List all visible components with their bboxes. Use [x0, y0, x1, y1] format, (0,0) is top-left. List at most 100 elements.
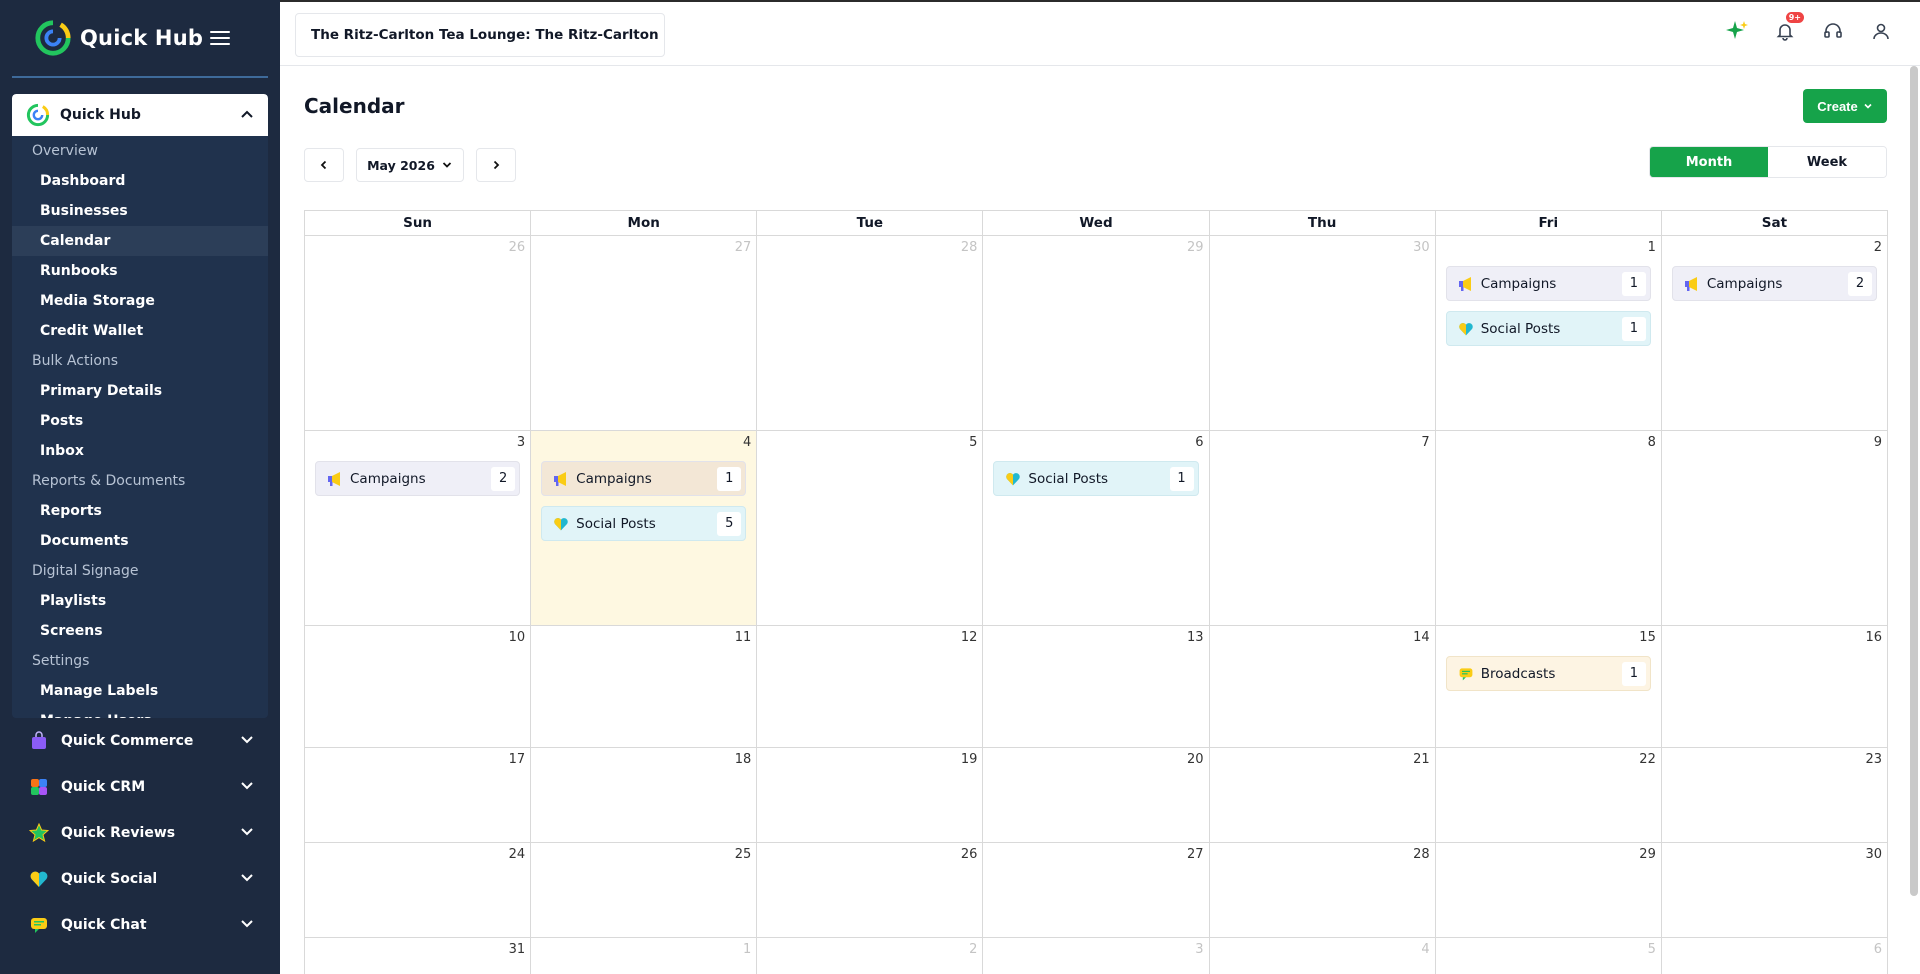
quick-hub-panel: Quick Hub Overview Dashboard Businesses Cal…: [12, 94, 268, 718]
calendar-day-cell[interactable]: 17: [305, 748, 532, 842]
sidebar-item-manage-labels[interactable]: Manage Labels: [12, 676, 268, 706]
user-profile-icon[interactable]: [1868, 18, 1894, 44]
calendar-day-cell[interactable]: 27: [531, 236, 758, 430]
support-headset-icon[interactable]: [1820, 18, 1846, 44]
notifications-bell-icon[interactable]: 9+: [1772, 12, 1804, 44]
sidebar-item-playlists[interactable]: Playlists: [12, 586, 268, 616]
sidebar-item-runbooks[interactable]: Runbooks: [12, 256, 268, 286]
sidebar-item-media-storage[interactable]: Media Storage: [12, 286, 268, 316]
sidebar-product-label: Quick Social: [61, 871, 158, 887]
calendar-day-cell[interactable]: 26: [305, 236, 532, 430]
calendar-day-cell-today[interactable]: 4 Campaigns 1 Social Posts 5: [531, 431, 758, 625]
event-label: Campaigns: [576, 470, 652, 487]
month-selector[interactable]: May 2026: [356, 148, 464, 182]
sidebar-item-primary-details[interactable]: Primary Details: [12, 376, 268, 406]
day-number: 1: [743, 942, 752, 957]
calendar-day-cell[interactable]: 1 Campaigns 1 Social Posts 1: [1436, 236, 1662, 430]
calendar-day-cell[interactable]: 10: [305, 626, 532, 747]
calendar-day-cell[interactable]: 30: [1210, 236, 1436, 430]
event-chip-social[interactable]: Social Posts 5: [541, 506, 747, 541]
calendar-day-cell[interactable]: 13: [983, 626, 1210, 747]
sidebar-item-posts[interactable]: Posts: [12, 406, 268, 436]
calendar-day-cell[interactable]: 1: [531, 938, 758, 974]
next-month-button[interactable]: [476, 148, 516, 182]
day-number: 30: [1413, 240, 1430, 255]
menu-toggle-icon[interactable]: [206, 27, 234, 49]
calendar-day-cell[interactable]: 15 Broadcasts 1: [1436, 626, 1662, 747]
event-count: 2: [1847, 271, 1872, 296]
event-chip-campaign[interactable]: Campaigns 2: [1671, 266, 1877, 301]
event-chip-campaign[interactable]: Campaigns 2: [315, 461, 521, 496]
sidebar-product-quick-social[interactable]: Quick Social: [0, 856, 280, 902]
calendar-day-cell[interactable]: 14: [1210, 626, 1436, 747]
week-view-button[interactable]: Week: [1768, 147, 1886, 177]
ai-sparkle-icon[interactable]: [1724, 18, 1750, 44]
quick-hub-header[interactable]: Quick Hub: [12, 94, 268, 136]
month-view-button[interactable]: Month: [1650, 147, 1768, 177]
calendar-day-cell[interactable]: 6: [1662, 938, 1888, 974]
calendar-day-cell[interactable]: 19: [757, 748, 984, 842]
calendar-day-cell[interactable]: 5: [1436, 938, 1662, 974]
create-button[interactable]: Create: [1803, 89, 1887, 123]
sidebar-item-businesses[interactable]: Businesses: [12, 196, 268, 226]
calendar-day-cell[interactable]: 12: [757, 626, 984, 747]
brand-name: Quick Hub: [80, 26, 204, 50]
event-chip-social[interactable]: Social Posts 1: [1445, 311, 1651, 346]
sidebar-item-calendar[interactable]: Calendar: [12, 226, 268, 256]
day-number: 28: [1413, 847, 1430, 862]
event-chip-social[interactable]: Social Posts 1: [993, 461, 1199, 496]
quick-hub-logo-icon: [35, 20, 71, 56]
calendar-day-cell[interactable]: 2: [757, 938, 984, 974]
calendar-day-cell[interactable]: 28: [1210, 843, 1436, 937]
calendar-day-cell[interactable]: 24: [305, 843, 532, 937]
calendar-day-cell[interactable]: 8: [1436, 431, 1662, 625]
sidebar-item-screens[interactable]: Screens: [12, 616, 268, 646]
calendar-day-cell[interactable]: 3: [983, 938, 1210, 974]
calendar-day-cell[interactable]: 25: [531, 843, 758, 937]
calendar-day-cell[interactable]: 23: [1662, 748, 1888, 842]
calendar-day-cell[interactable]: 27: [983, 843, 1210, 937]
calendar-day-cell[interactable]: 5: [757, 431, 984, 625]
sidebar-product-label: Quick Chat: [61, 917, 147, 933]
calendar-day-cell[interactable]: 3 Campaigns 2: [305, 431, 532, 625]
calendar-day-cell[interactable]: 20: [983, 748, 1210, 842]
calendar-day-cell[interactable]: 9: [1662, 431, 1888, 625]
event-chip-broadcast[interactable]: Broadcasts 1: [1445, 656, 1651, 691]
sidebar-product-quick-chat[interactable]: Quick Chat: [0, 902, 280, 948]
calendar-day-cell[interactable]: 21: [1210, 748, 1436, 842]
event-count: 5: [717, 511, 742, 536]
calendar-day-cell[interactable]: 26: [757, 843, 984, 937]
calendar-day-cell[interactable]: 6 Social Posts 1: [983, 431, 1210, 625]
calendar-day-cell[interactable]: 7: [1210, 431, 1436, 625]
calendar-day-cell[interactable]: 16: [1662, 626, 1888, 747]
sidebar-item-credit-wallet[interactable]: Credit Wallet: [12, 316, 268, 346]
calendar-day-cell[interactable]: 22: [1436, 748, 1662, 842]
sidebar-item-documents[interactable]: Documents: [12, 526, 268, 556]
sidebar-item-reports[interactable]: Reports: [12, 496, 268, 526]
event-chip-campaign[interactable]: Campaigns 1: [1445, 266, 1651, 301]
event-chip-campaign[interactable]: Campaigns 1: [541, 461, 747, 496]
day-events: Campaigns 1 Social Posts 5: [541, 461, 747, 541]
calendar-day-cell[interactable]: 31: [305, 938, 532, 974]
calendar-day-cell[interactable]: 30: [1662, 843, 1888, 937]
nav-group-bulk-actions: Bulk Actions: [32, 353, 119, 369]
calendar-day-cell[interactable]: 4: [1210, 938, 1436, 974]
sidebar-item-inbox[interactable]: Inbox: [12, 436, 268, 466]
sidebar-item-manage-users[interactable]: Manage Users: [12, 706, 268, 718]
social-heart-icon: [1457, 320, 1475, 338]
sidebar-item-dashboard[interactable]: Dashboard: [12, 166, 268, 196]
sidebar-product-quick-crm[interactable]: Quick CRM: [0, 764, 280, 810]
nav-group-reports-documents: Reports & Documents: [32, 473, 186, 489]
page-scrollbar[interactable]: [1910, 66, 1918, 896]
previous-month-button[interactable]: [304, 148, 344, 182]
calendar-day-cell[interactable]: 28: [757, 236, 984, 430]
business-selector[interactable]: The Ritz-Carlton Tea Lounge: The Ritz-Ca…: [295, 13, 665, 57]
sidebar-product-quick-reviews[interactable]: Quick Reviews: [0, 810, 280, 856]
calendar-day-cell[interactable]: 29: [1436, 843, 1662, 937]
calendar-day-cell[interactable]: 2 Campaigns 2: [1662, 236, 1888, 430]
sidebar-product-quick-commerce[interactable]: Quick Commerce: [0, 718, 280, 764]
calendar-day-cell[interactable]: 18: [531, 748, 758, 842]
weekday-header: Thu: [1210, 211, 1436, 235]
calendar-day-cell[interactable]: 29: [983, 236, 1210, 430]
calendar-day-cell[interactable]: 11: [531, 626, 758, 747]
